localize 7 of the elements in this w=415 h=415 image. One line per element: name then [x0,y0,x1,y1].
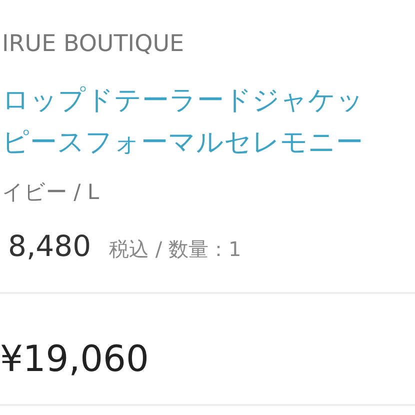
total-price: ¥19,060 [0,339,149,380]
product-title-line[interactable]: ロップドテーラードジャケッ [2,80,415,122]
tax-quantity-text: 税込 / 数量：1 [109,236,242,263]
item-price: 8,480 [8,228,92,265]
product-title-line[interactable]: ピースフォーマルセレモニー [2,122,415,164]
variant-text: イビー / L [2,179,100,206]
brand-name: IRUE BOUTIQUE [2,30,186,59]
